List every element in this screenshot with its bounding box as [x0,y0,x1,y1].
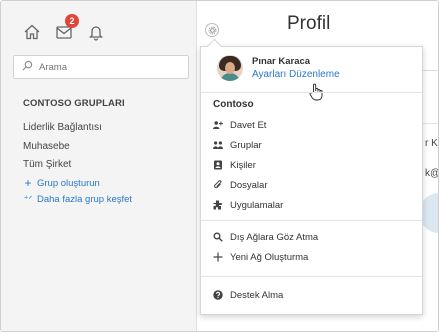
search-icon [22,58,33,76]
menu-item-label: Yeni Ağ Oluşturma [230,251,309,263]
group-list: Liderlik Bağlantısı Muhasebe Tüm Şirket [23,119,102,175]
plus-icon [213,252,223,262]
menu-item-label: Kişiler [230,159,256,171]
external-menu: Dış Ağlara Göz Atma Yeni Ağ Oluşturma [201,227,422,267]
avatar [217,55,243,81]
menu-item-files[interactable]: Dosyalar [201,175,422,195]
plus-icon: + [24,176,32,190]
support-menu: Destek Alma [201,285,422,305]
divider [201,276,422,277]
divider [201,220,422,221]
settings-button[interactable] [205,23,219,37]
divider [201,92,422,93]
menu-item-label: Uygulamalar [230,199,284,211]
menu-item-invite[interactable]: Davet Et [201,115,422,135]
search-icon [213,232,223,242]
groups-icon [213,140,223,150]
group-item[interactable]: Muhasebe [23,138,102,157]
app-window: 2 CONTOSO GRUPLARI Liderlik Bağlantısı M… [0,0,439,332]
notification-badge: 2 [65,14,79,28]
group-item[interactable]: Tüm Şirket [23,156,102,175]
edit-settings-link[interactable]: Ayarları Düzenleme [252,69,340,80]
account-dropdown: Pınar Karaca Ayarları Düzenleme Contoso … [200,46,423,315]
help-icon [213,290,223,300]
discover-groups-label: Daha fazla grup keşfet [37,194,133,205]
home-icon[interactable] [23,23,41,41]
user-name: Pınar Karaca [252,56,311,67]
menu-item-new-network[interactable]: Yeni Ağ Oluşturma [201,247,422,267]
menu-item-people[interactable]: Kişiler [201,155,422,175]
menu-item-label: Dış Ağlara Göz Atma [230,231,319,243]
menu-item-browse-networks[interactable]: Dış Ağlara Göz Atma [201,227,422,247]
create-group-label: Grup oluşturun [37,177,100,189]
network-section-label: Contoso [213,99,254,110]
groups-heading: CONTOSO GRUPLARI [23,98,125,109]
menu-item-label: Davet Et [230,119,267,131]
inbox-icon[interactable]: 2 [55,14,79,41]
menu-item-label: Dosyalar [230,179,268,191]
people-icon [213,160,223,170]
create-group-link[interactable]: + Grup oluşturun [23,176,100,190]
attachment-icon [213,180,223,190]
apps-icon [213,200,223,210]
gear-icon [208,26,216,34]
group-item[interactable]: Liderlik Bağlantısı [23,119,102,138]
menu-item-support[interactable]: Destek Alma [201,285,422,305]
profile-email-peek: k@ [425,168,439,179]
discover-groups-link[interactable]: ⁺ᐟ Daha fazla grup keşfet [23,194,132,205]
bell-icon[interactable] [87,23,105,41]
discover-icon: ⁺ᐟ [23,194,33,204]
sidebar: 2 CONTOSO GRUPLARI Liderlik Bağlantısı M… [1,1,197,331]
menu-item-apps[interactable]: Uygulamalar [201,195,422,215]
top-icon-bar: 2 [23,14,105,41]
profile-header: Pınar Karaca Ayarları Düzenleme [217,55,340,81]
menu-item-label: Destek Alma [230,289,284,301]
search-box[interactable] [13,55,189,79]
menu-item-groups[interactable]: Gruplar [201,135,422,155]
page-title: Profil [287,13,331,34]
profile-name-peek: r Ka [425,138,438,149]
search-input[interactable] [39,61,179,73]
network-menu: Davet Et Gruplar Kişiler Dosyalar Uygula… [201,115,422,215]
invite-icon [213,120,223,130]
menu-item-label: Gruplar [230,139,262,151]
